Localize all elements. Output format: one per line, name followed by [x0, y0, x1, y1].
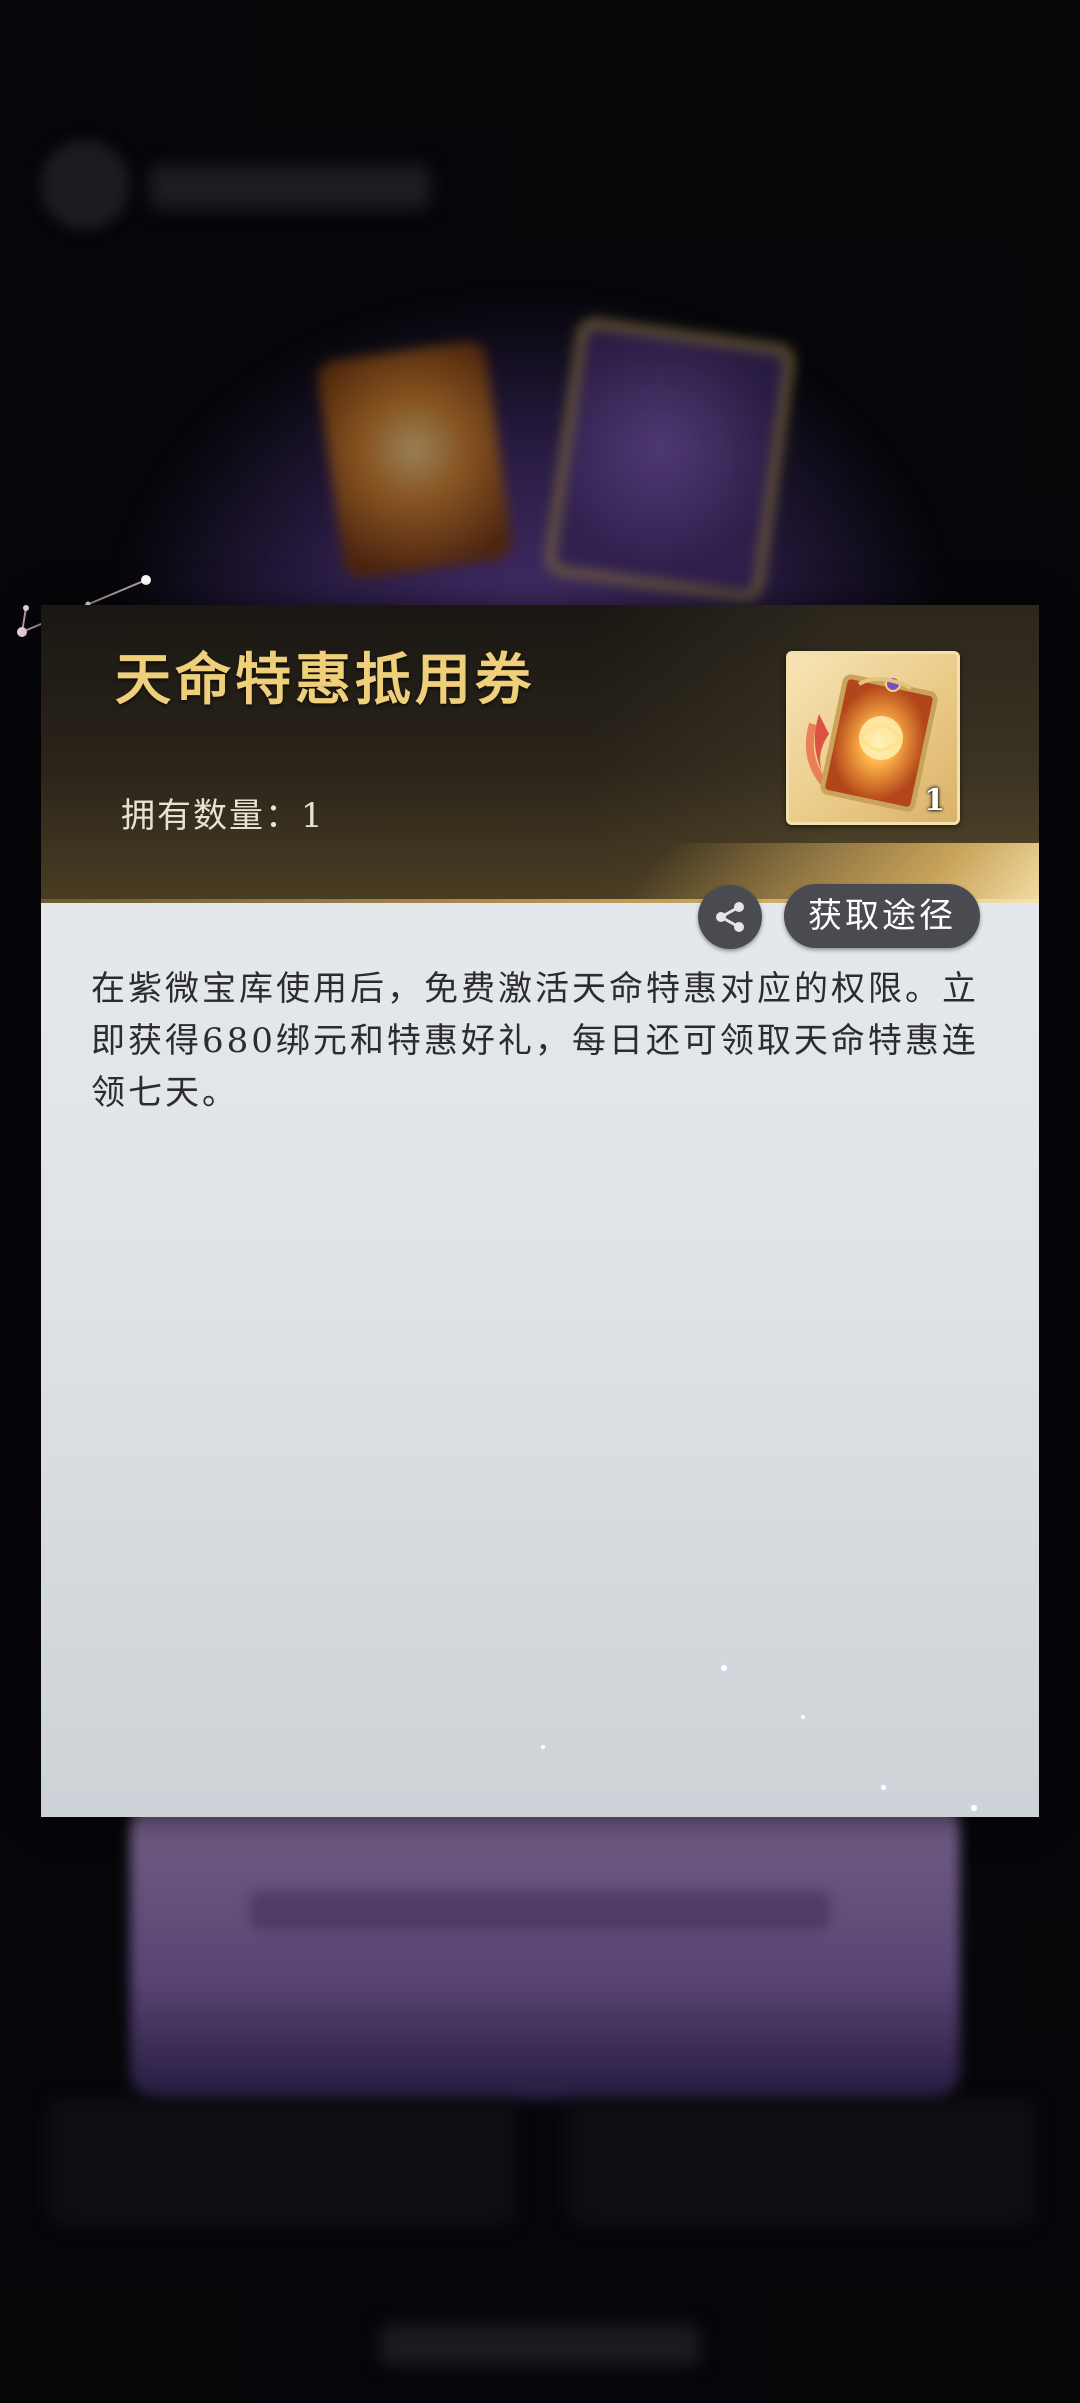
owned-quantity-value: 1: [301, 796, 325, 836]
sparkle: [721, 1665, 727, 1671]
item-description: 在紫微宝库使用后，免费激活天命特惠对应的权限。立即获得680绑元和特惠好礼，每日…: [91, 969, 979, 1113]
sparkle: [541, 1745, 545, 1749]
owned-quantity-label: 拥有数量：: [121, 796, 301, 836]
item-title: 天命特惠抵用券: [115, 647, 535, 713]
share-icon: [716, 902, 744, 932]
sparkle: [881, 1785, 886, 1790]
item-header: 天命特惠抵用券 拥有数量：1 1: [41, 605, 1039, 903]
item-icon: 1: [786, 651, 960, 825]
item-detail-modal: 天命特惠抵用券 拥有数量：1 1 获取途径 在紫微宝库使用后，免费激活天命特惠对…: [41, 605, 1039, 1817]
owned-quantity: 拥有数量：1: [121, 788, 325, 837]
item-icon-count: 1: [924, 783, 945, 818]
obtain-source-button[interactable]: 获取途径: [784, 884, 980, 948]
sparkle: [971, 1805, 977, 1811]
sparkle: [801, 1715, 805, 1719]
share-button[interactable]: [698, 885, 762, 949]
